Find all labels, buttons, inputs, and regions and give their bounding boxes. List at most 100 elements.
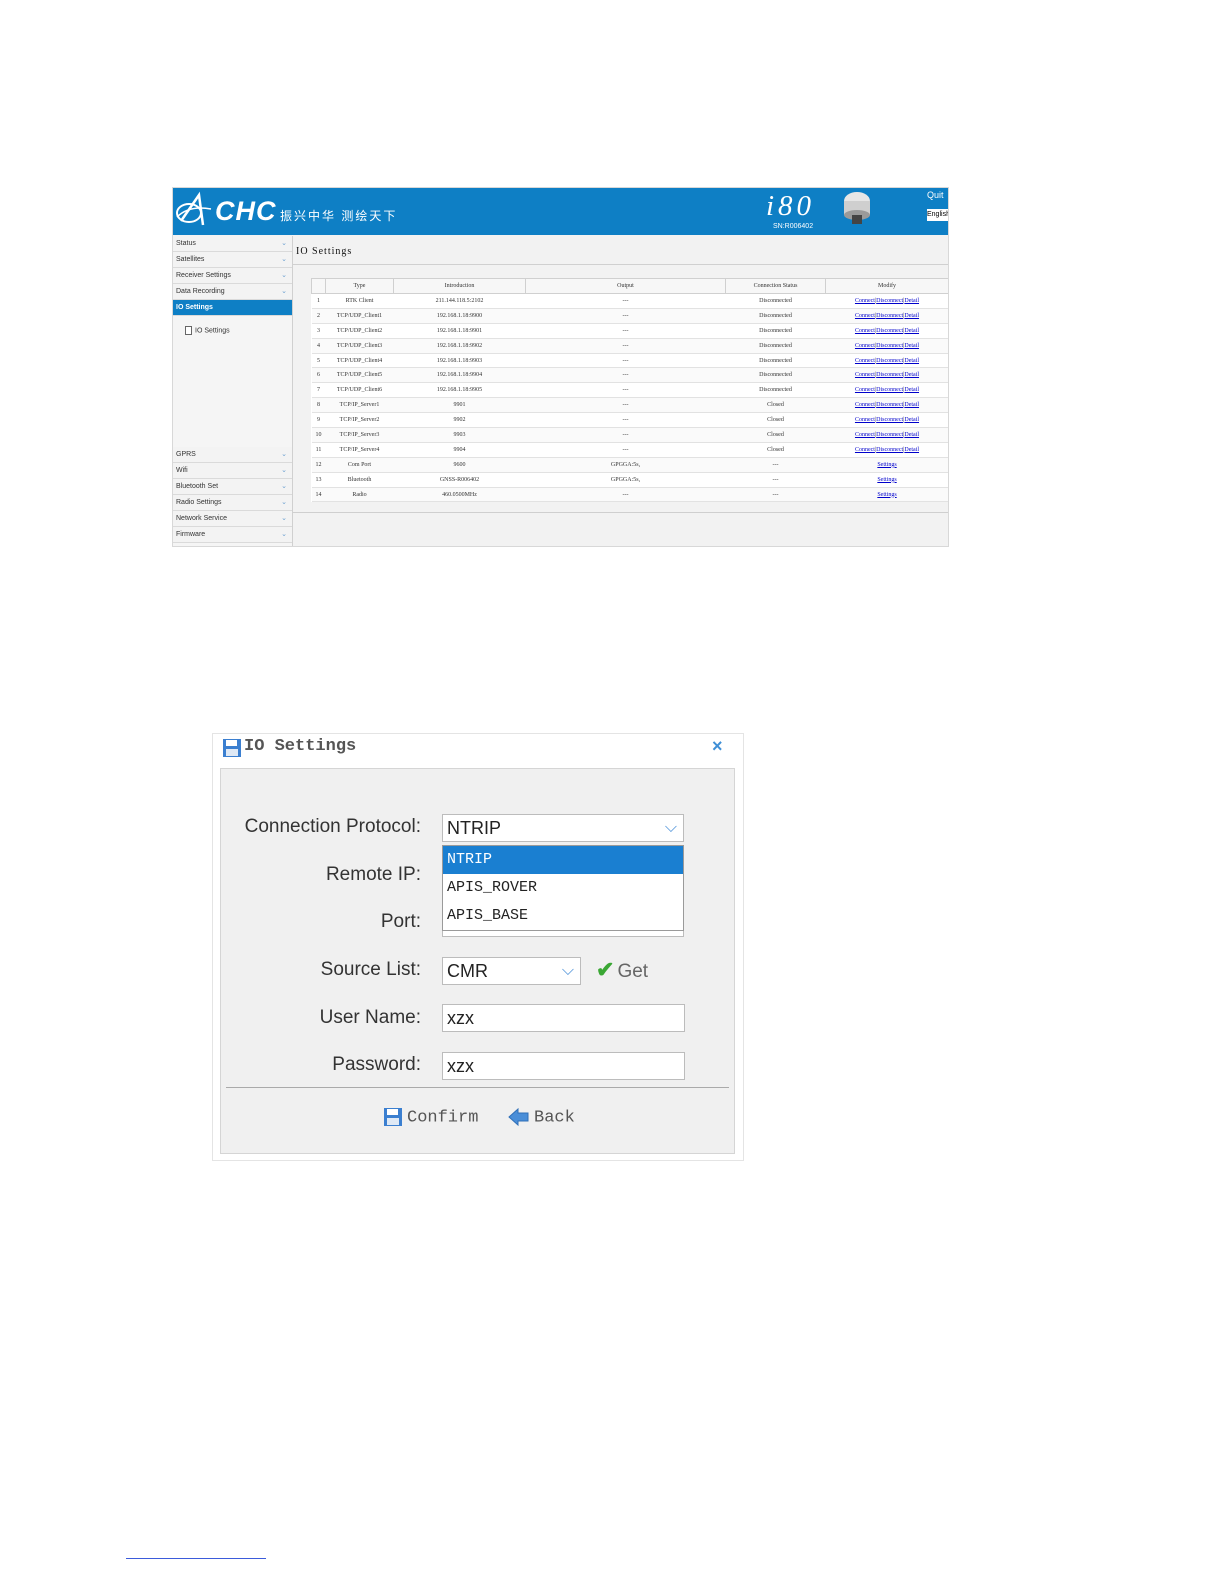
source-list-select[interactable]: CMR ⌵ <box>442 957 581 985</box>
detail-link[interactable]: Detail <box>904 298 919 304</box>
disconnect-link[interactable]: Disconnect <box>876 358 903 364</box>
settings-link[interactable]: Settings <box>877 492 896 498</box>
connect-link[interactable]: Connect <box>855 387 875 393</box>
sidebar-item-label: Satellites <box>176 256 205 263</box>
modify-cell: Connect|Disconnect|Detail <box>825 427 948 443</box>
detail-link[interactable]: Detail <box>904 432 919 438</box>
output-cell: GPGGA:5s, <box>525 472 726 488</box>
settings-link[interactable]: Settings <box>877 462 896 468</box>
back-button[interactable]: Back <box>508 1107 575 1127</box>
sidebar-item-satellites[interactable]: Satellites ⌄ <box>173 252 292 268</box>
protocol-option-ntrip[interactable]: NTRIP <box>443 846 683 874</box>
table-header-row: Type Introduction Output Connection Stat… <box>311 278 948 294</box>
detail-link[interactable]: Detail <box>904 402 919 408</box>
connect-link[interactable]: Connect <box>855 372 875 378</box>
protocol-dropdown-list: NTRIP APIS_ROVER APIS_BASE <box>442 845 684 931</box>
disconnect-link[interactable]: Disconnect <box>876 343 903 349</box>
floppy-disk-icon <box>384 1108 402 1126</box>
sidebar-item-io-settings[interactable]: IO Settings <box>173 300 292 316</box>
disconnect-link[interactable]: Disconnect <box>876 402 903 408</box>
sidebar-item-radio-settings[interactable]: Radio Settings ⌄ <box>173 495 292 511</box>
type-cell: TCP/UDP_Client3 <box>325 338 394 354</box>
column-header: Connection Status <box>725 278 826 294</box>
chevron-down-icon: ⌵ <box>664 819 677 836</box>
sidebar-item-bluetooth-set[interactable]: Bluetooth Set ⌄ <box>173 479 292 495</box>
connect-link[interactable]: Connect <box>855 417 875 423</box>
disconnect-link[interactable]: Disconnect <box>876 298 903 304</box>
disconnect-link[interactable]: Disconnect <box>876 417 903 423</box>
connect-link[interactable]: Connect <box>855 402 875 408</box>
protocol-select-value: NTRIP <box>447 818 501 838</box>
table-row: 14 Radio 460.0500MHz --- --- Settings <box>311 487 948 503</box>
detail-link[interactable]: Detail <box>904 372 919 378</box>
detail-link[interactable]: Detail <box>904 447 919 453</box>
disconnect-link[interactable]: Disconnect <box>876 313 903 319</box>
table-row: 4 TCP/UDP_Client3 192.168.1.18:9902 --- Disc… <box>311 338 948 354</box>
connect-link[interactable]: Connect <box>855 432 875 438</box>
get-button[interactable]: ✔ Get <box>596 957 648 983</box>
disconnect-link[interactable]: Disconnect <box>876 372 903 378</box>
sidebar: Status ⌄ Satellites ⌄ Receiver Settings … <box>173 236 293 546</box>
introduction-cell: 192.168.1.18:9902 <box>393 338 526 354</box>
modify-cell: Connect|Disconnect|Detail <box>825 442 948 458</box>
disconnect-link[interactable]: Disconnect <box>876 447 903 453</box>
connection-status-cell: Disconnected <box>725 367 826 384</box>
detail-link[interactable]: Detail <box>904 343 919 349</box>
row-number-cell: 13 <box>311 472 326 488</box>
sidebar-item-firmware[interactable]: Firmware ⌄ <box>173 527 292 543</box>
row-number-cell: 12 <box>311 457 326 473</box>
connect-link[interactable]: Connect <box>855 447 875 453</box>
sidebar-item-gprs[interactable]: GPRS ⌄ <box>173 447 292 463</box>
protocol-select[interactable]: NTRIP ⌵ <box>442 814 684 842</box>
sidebar-item-network-service[interactable]: Network Service ⌄ <box>173 511 292 527</box>
detail-link[interactable]: Detail <box>904 417 919 423</box>
sidebar-item-label: Bluetooth Set <box>176 483 219 490</box>
sidebar-item-wifi[interactable]: Wifi ⌄ <box>173 463 292 479</box>
protocol-option-apis-base[interactable]: APIS_BASE <box>443 902 683 930</box>
disconnect-link[interactable]: Disconnect <box>876 328 903 334</box>
confirm-button[interactable]: Confirm <box>383 1107 478 1127</box>
introduction-cell: GNSS-R006402 <box>393 472 526 488</box>
divider <box>293 512 948 513</box>
sidebar-item-receiver-settings[interactable]: Receiver Settings ⌄ <box>173 268 292 284</box>
quit-link[interactable]: Quit <box>927 190 944 200</box>
settings-link[interactable]: Settings <box>877 477 896 483</box>
close-icon[interactable]: × <box>712 736 723 757</box>
detail-link[interactable]: Detail <box>904 358 919 364</box>
modify-cell: Settings <box>825 487 948 503</box>
source-list-value: CMR <box>447 961 488 981</box>
password-field[interactable]: xzx <box>442 1052 685 1080</box>
connection-status-cell: --- <box>725 487 826 503</box>
output-cell: --- <box>525 293 726 309</box>
connect-link[interactable]: Connect <box>855 328 875 334</box>
chevron-down-icon: ⌵ <box>561 962 574 979</box>
detail-link[interactable]: Detail <box>904 328 919 334</box>
column-header: Output <box>525 278 726 294</box>
modify-cell: Connect|Disconnect|Detail <box>825 293 948 309</box>
output-cell: --- <box>525 487 726 503</box>
sidebar-item-data-recording[interactable]: Data Recording ⌄ <box>173 284 292 300</box>
chevron-down-icon: ⌄ <box>281 483 287 490</box>
connect-link[interactable]: Connect <box>855 358 875 364</box>
connect-link[interactable]: Connect <box>855 313 875 319</box>
disconnect-link[interactable]: Disconnect <box>876 387 903 393</box>
connection-status-cell: Disconnected <box>725 382 826 399</box>
chevron-down-icon: ⌄ <box>281 240 287 247</box>
chevron-down-icon: ⌄ <box>281 467 287 474</box>
detail-link[interactable]: Detail <box>904 313 919 319</box>
protocol-option-apis-rover[interactable]: APIS_ROVER <box>443 874 683 902</box>
introduction-cell: 9901 <box>393 397 526 414</box>
remote-ip-label: Remote IP: <box>325 864 421 885</box>
language-select[interactable]: English <box>927 209 948 221</box>
web-ui-screenshot: CHC 振兴中华 测绘天下 i80 SN:R006402 Quit Englis… <box>172 187 949 547</box>
user-name-field[interactable]: xzx <box>442 1004 685 1032</box>
sidebar-item-status[interactable]: Status ⌄ <box>173 236 292 252</box>
dialog-form: Connection Protocol: NTRIP ⌵ Remote IP: … <box>220 768 735 1154</box>
type-cell: Com Port <box>325 457 394 473</box>
sidebar-subitem-io-settings[interactable]: IO Settings <box>185 326 230 335</box>
connect-link[interactable]: Connect <box>855 343 875 349</box>
connect-link[interactable]: Connect <box>855 298 875 304</box>
disconnect-link[interactable]: Disconnect <box>876 432 903 438</box>
column-header <box>311 278 326 294</box>
detail-link[interactable]: Detail <box>904 387 919 393</box>
